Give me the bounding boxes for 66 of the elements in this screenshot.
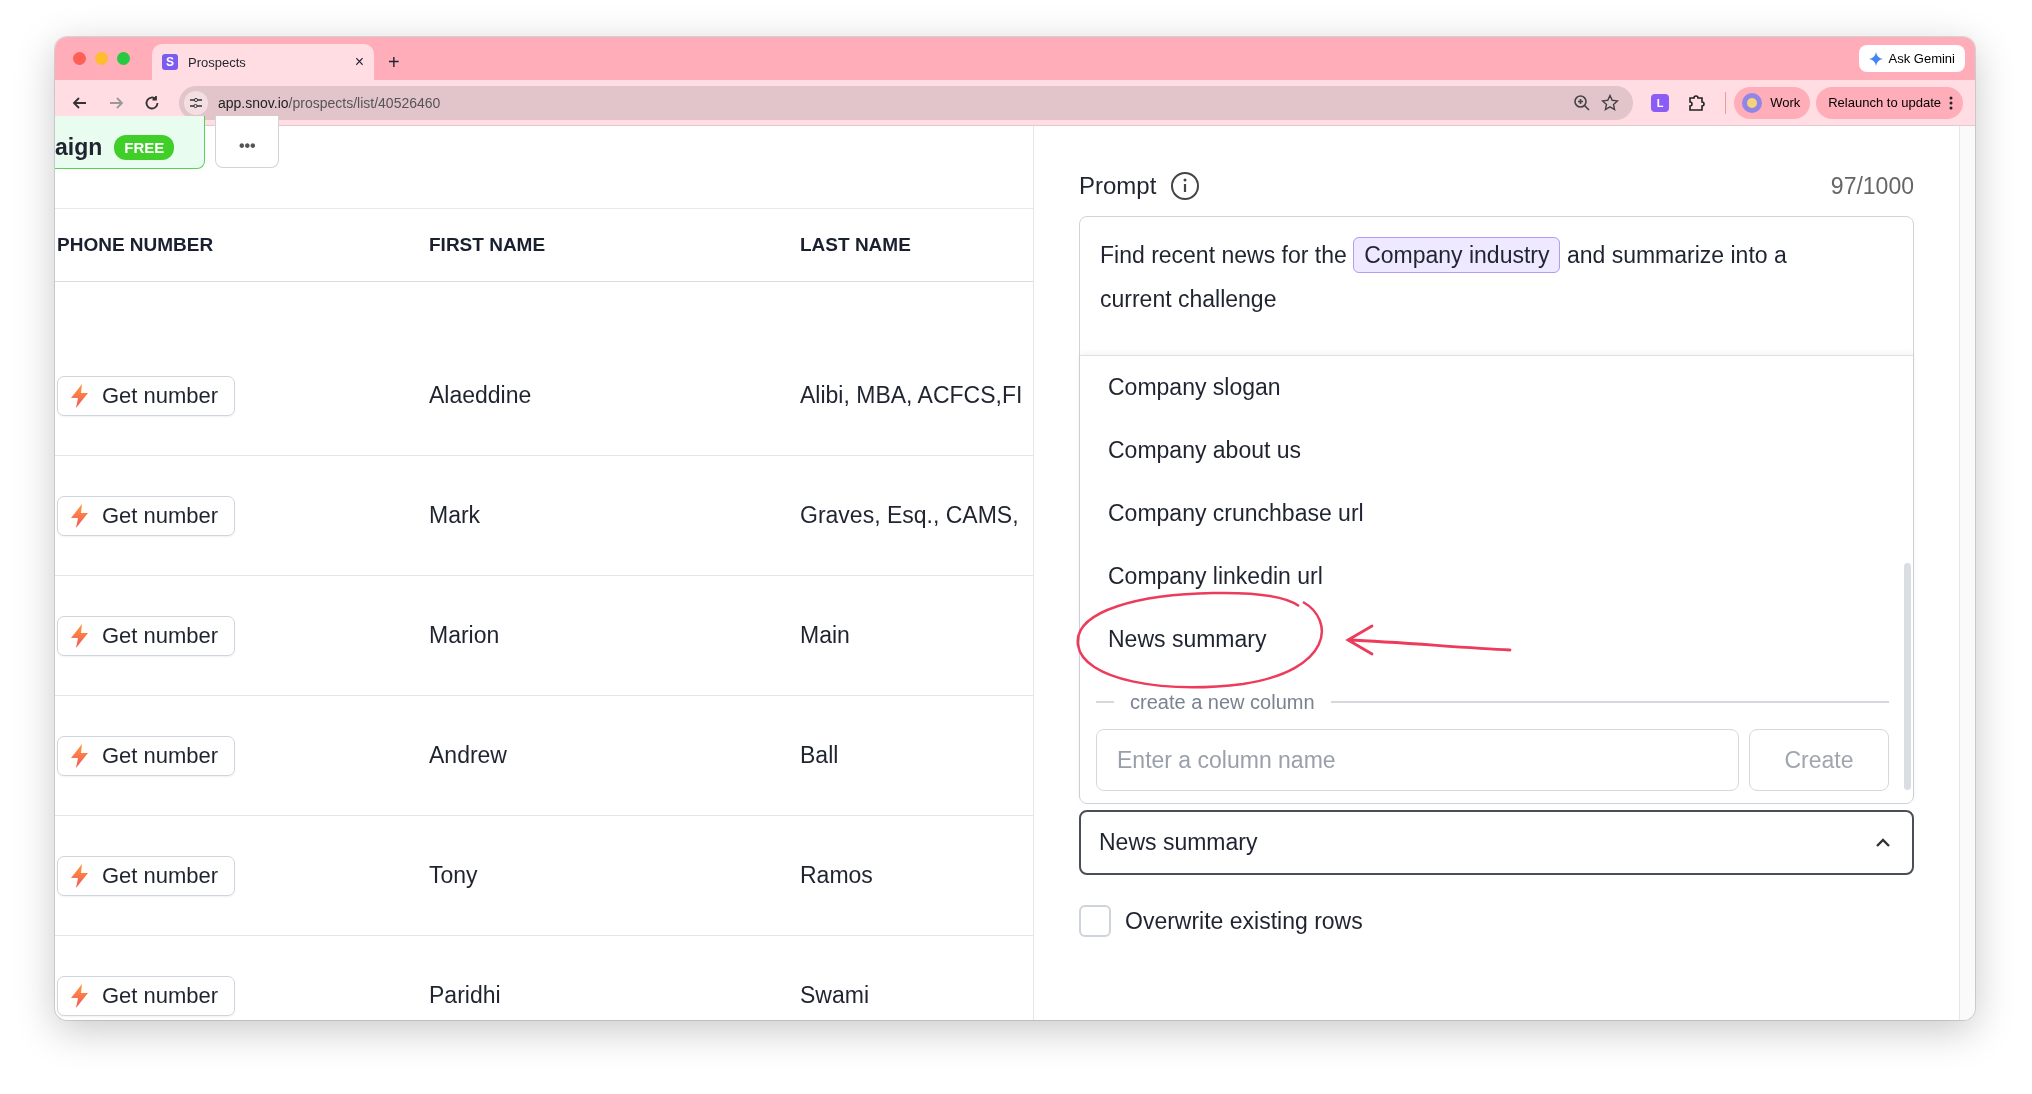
create-column-label: create a new column: [1130, 690, 1315, 714]
get-number-button[interactable]: Get number: [57, 615, 235, 656]
browser-tab[interactable]: S Prospects ×: [152, 44, 374, 80]
table-cell-text: Graves, Esq., CAMS,: [800, 502, 1020, 529]
column-select[interactable]: News summary: [1079, 810, 1914, 875]
relaunch-button[interactable]: Relaunch to update: [1816, 86, 1963, 119]
close-icon[interactable]: ×: [354, 53, 364, 71]
column-header[interactable]: LAST NAME: [800, 234, 1033, 256]
avatar-icon: [1742, 92, 1763, 113]
lightning-icon: [70, 503, 90, 528]
scrollbar-thumb[interactable]: [1904, 563, 1911, 790]
lightning-icon: [70, 863, 90, 888]
ask-gemini-button[interactable]: Ask Gemini: [1858, 45, 1965, 72]
get-number-button[interactable]: Get number: [57, 975, 235, 1016]
star-icon[interactable]: [1601, 93, 1620, 112]
table-cell-text: Mark: [429, 502, 482, 529]
dropdown-option[interactable]: Company crunchbase url: [1080, 482, 1913, 545]
column-name-field[interactable]: Enter a column name: [1096, 729, 1739, 791]
zoom-icon[interactable]: [1573, 93, 1592, 112]
lightning-icon: [70, 743, 90, 768]
table-cell-text: Marion: [429, 622, 501, 649]
favicon-icon: S: [162, 54, 178, 70]
campaign-button[interactable]: aign FREE: [55, 116, 206, 169]
lightning-icon: [70, 623, 90, 648]
free-badge: FREE: [114, 134, 175, 160]
tab-title: Prospects: [188, 54, 247, 70]
get-number-button[interactable]: Get number: [57, 495, 235, 536]
reload-icon[interactable]: [143, 93, 161, 112]
dropdown-option[interactable]: Company linkedin url: [1080, 545, 1913, 608]
get-number-button[interactable]: Get number: [57, 855, 235, 896]
table-cell-text: Paridhi: [429, 982, 502, 1009]
lightning-icon: [70, 383, 90, 408]
prompt-field[interactable]: Find recent news for the Company industry and summarize into a current challenge: [1080, 217, 1913, 355]
dropdown-option[interactable]: News summary: [1080, 608, 1913, 671]
table-cell-text: Main: [800, 622, 851, 649]
prompt-label: Prompt: [1079, 172, 1157, 200]
get-number-button[interactable]: Get number: [57, 735, 235, 776]
column-header[interactable]: FIRST NAME: [429, 234, 800, 256]
url-text: app.snov.io/prospects/list/40526460: [218, 94, 441, 111]
menu-icon: [1949, 95, 1953, 110]
table-cell-text: Ramos: [800, 862, 874, 889]
checkbox[interactable]: [1079, 905, 1111, 937]
dropdown-option[interactable]: Company about us: [1080, 419, 1913, 482]
extension-icon[interactable]: L: [1651, 93, 1670, 112]
character-counter: 97/1000: [1830, 172, 1914, 200]
dropdown-option[interactable]: Company slogan: [1080, 356, 1913, 419]
checkbox-label: Overwrite existing rows: [1125, 907, 1363, 935]
table-cell-text: Alaeddine: [429, 382, 533, 409]
lightning-icon: [70, 983, 90, 1008]
scrollbar-track[interactable]: [1959, 126, 1975, 1020]
profile-button[interactable]: Work: [1734, 86, 1811, 119]
table-cell-text: Ball: [800, 742, 840, 769]
puzzle-icon[interactable]: [1687, 92, 1708, 113]
new-tab-button[interactable]: +: [388, 51, 400, 74]
more-button[interactable]: •••: [215, 116, 280, 168]
table-cell-text: Swami: [800, 982, 870, 1009]
table-cell-text: Tony: [429, 862, 479, 889]
variable-chip[interactable]: Company industry: [1353, 237, 1561, 273]
address-bar[interactable]: app.snov.io/prospects/list/40526460: [179, 85, 1634, 120]
table-cell-text: Andrew: [429, 742, 508, 769]
get-number-button[interactable]: Get number: [57, 375, 235, 416]
column-header[interactable]: PHONE NUMBER: [55, 234, 429, 256]
sparkle-icon: [1868, 51, 1883, 66]
site-settings-icon[interactable]: [184, 90, 208, 115]
table-cell-text: Alibi, MBA, ACFCS,FI: [800, 382, 1024, 409]
info-icon[interactable]: [1170, 171, 1201, 201]
